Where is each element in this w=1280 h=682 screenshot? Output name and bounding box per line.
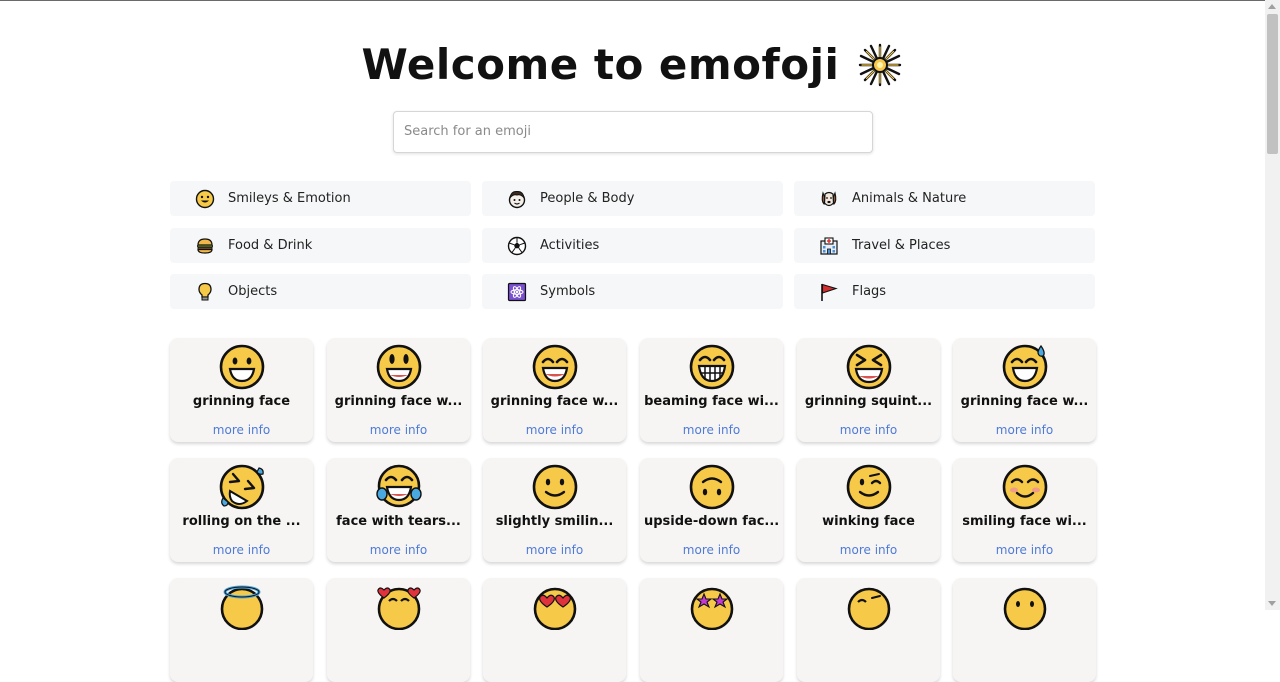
hospital-icon — [818, 235, 840, 257]
more-info-link[interactable]: more info — [797, 423, 940, 437]
page-title: Welcome to emofoji — [362, 40, 904, 89]
burger-icon — [194, 235, 216, 257]
emoji-card[interactable]: grinning face w... more info — [483, 338, 626, 442]
category-activities[interactable]: Activities — [482, 228, 783, 263]
more-info-link[interactable]: more info — [483, 423, 626, 437]
more-info-link[interactable]: more info — [327, 543, 470, 557]
rolling-laughing-face-icon — [219, 464, 264, 510]
grinning-face-big-eyes-icon — [376, 344, 421, 390]
kissing-wink-face-icon — [847, 587, 890, 630]
smiling-face-blush-icon — [1002, 464, 1047, 510]
heart-eyes-face-icon — [533, 587, 576, 630]
more-info-link[interactable]: more info — [327, 423, 470, 437]
person-icon — [506, 188, 528, 210]
category-label: Smileys & Emotion — [228, 191, 351, 206]
more-info-link[interactable]: more info — [953, 423, 1096, 437]
emoji-name: smiling face wi... — [962, 514, 1087, 529]
emoji-card[interactable]: grinning face w... more info — [953, 338, 1096, 442]
category-label: Animals & Nature — [852, 191, 967, 206]
emoji-card[interactable]: grinning face w... more info — [327, 338, 470, 442]
category-label: Objects — [228, 284, 278, 299]
vertical-scrollbar[interactable] — [1265, 0, 1280, 610]
category-travel-places[interactable]: Travel & Places — [794, 228, 1095, 263]
more-info-link[interactable]: more info — [483, 543, 626, 557]
hearts-face-icon — [376, 587, 421, 630]
more-info-link[interactable]: more info — [640, 423, 783, 437]
emoji-name: slightly smilin... — [495, 514, 614, 529]
sparkler-icon — [857, 42, 903, 88]
grinning-face-icon — [219, 344, 264, 390]
emoji-card[interactable]: winking face more info — [797, 458, 940, 562]
emoji-card[interactable] — [797, 578, 940, 682]
emoji-name: rolling on the ... — [182, 514, 301, 529]
emoji-card[interactable] — [170, 578, 313, 682]
emoji-card[interactable] — [640, 578, 783, 682]
category-label: Food & Drink — [228, 238, 313, 253]
emoji-card[interactable]: smiling face wi... more info — [953, 458, 1096, 562]
category-objects[interactable]: Objects — [170, 274, 471, 309]
grinning-squinting-face-icon — [846, 344, 891, 390]
emoji-name: grinning face — [192, 394, 291, 409]
category-people-body[interactable]: People & Body — [482, 181, 783, 216]
dog-icon — [818, 188, 840, 210]
emoji-card[interactable] — [327, 578, 470, 682]
category-label: People & Body — [540, 191, 635, 206]
smiley-icon — [194, 188, 216, 210]
grinning-face-smiling-eyes-icon — [532, 344, 577, 390]
emoji-name: grinning face w... — [490, 394, 619, 409]
scrollbar-thumb[interactable] — [1267, 14, 1278, 154]
page-header: Welcome to emofoji — [0, 40, 1265, 89]
emoji-name: face with tears... — [336, 514, 461, 529]
scroll-up-arrow-icon[interactable] — [1268, 4, 1276, 9]
emoji-card[interactable]: beaming face wi... more info — [640, 338, 783, 442]
star-struck-face-icon — [690, 587, 733, 630]
emoji-card[interactable] — [483, 578, 626, 682]
emoji-name: upside-down fac... — [644, 514, 779, 529]
kissing-face-icon — [1003, 587, 1046, 630]
beaming-face-icon — [689, 344, 734, 390]
emoji-name: beaming face wi... — [644, 394, 779, 409]
emoji-name: grinning squint... — [804, 394, 933, 409]
scroll-down-arrow-icon[interactable] — [1268, 601, 1276, 606]
upside-down-face-icon — [689, 464, 734, 510]
category-label: Flags — [852, 284, 887, 299]
page-title-text: Welcome to emofoji — [361, 40, 840, 89]
emoji-card[interactable]: upside-down fac... more info — [640, 458, 783, 562]
window-top-border — [0, 0, 1280, 1]
emoji-card[interactable]: rolling on the ... more info — [170, 458, 313, 562]
more-info-link[interactable]: more info — [640, 543, 783, 557]
category-flags[interactable]: Flags — [794, 274, 1095, 309]
search-box — [393, 111, 873, 153]
more-info-link[interactable]: more info — [170, 543, 313, 557]
more-info-link[interactable]: more info — [953, 543, 1096, 557]
emoji-name: winking face — [822, 514, 915, 529]
tears-of-joy-face-icon — [375, 464, 422, 508]
grinning-face-sweat-icon — [1002, 344, 1047, 390]
emoji-card[interactable] — [953, 578, 1096, 682]
more-info-link[interactable]: more info — [797, 543, 940, 557]
winking-face-icon — [846, 464, 891, 510]
emoji-card[interactable]: slightly smilin... more info — [483, 458, 626, 562]
light-bulb-icon — [194, 281, 216, 303]
slightly-smiling-face-icon — [532, 464, 577, 510]
emoji-card[interactable]: grinning squint... more info — [797, 338, 940, 442]
more-info-link[interactable]: more info — [170, 423, 313, 437]
emoji-card[interactable]: grinning face more info — [170, 338, 313, 442]
halo-face-icon — [220, 585, 263, 630]
category-label: Symbols — [540, 284, 596, 299]
emoji-name: grinning face w... — [334, 394, 463, 409]
soccer-ball-icon — [506, 235, 528, 257]
category-smileys-emotion[interactable]: Smileys & Emotion — [170, 181, 471, 216]
category-symbols[interactable]: Symbols — [482, 274, 783, 309]
red-flag-icon — [818, 281, 840, 303]
category-label: Activities — [540, 238, 600, 253]
category-food-drink[interactable]: Food & Drink — [170, 228, 471, 263]
emoji-card[interactable]: face with tears... more info — [327, 458, 470, 562]
atom-symbol-icon — [506, 281, 528, 303]
emoji-name: grinning face w... — [960, 394, 1089, 409]
category-animals-nature[interactable]: Animals & Nature — [794, 181, 1095, 216]
category-label: Travel & Places — [852, 238, 951, 253]
search-input[interactable] — [394, 112, 854, 150]
